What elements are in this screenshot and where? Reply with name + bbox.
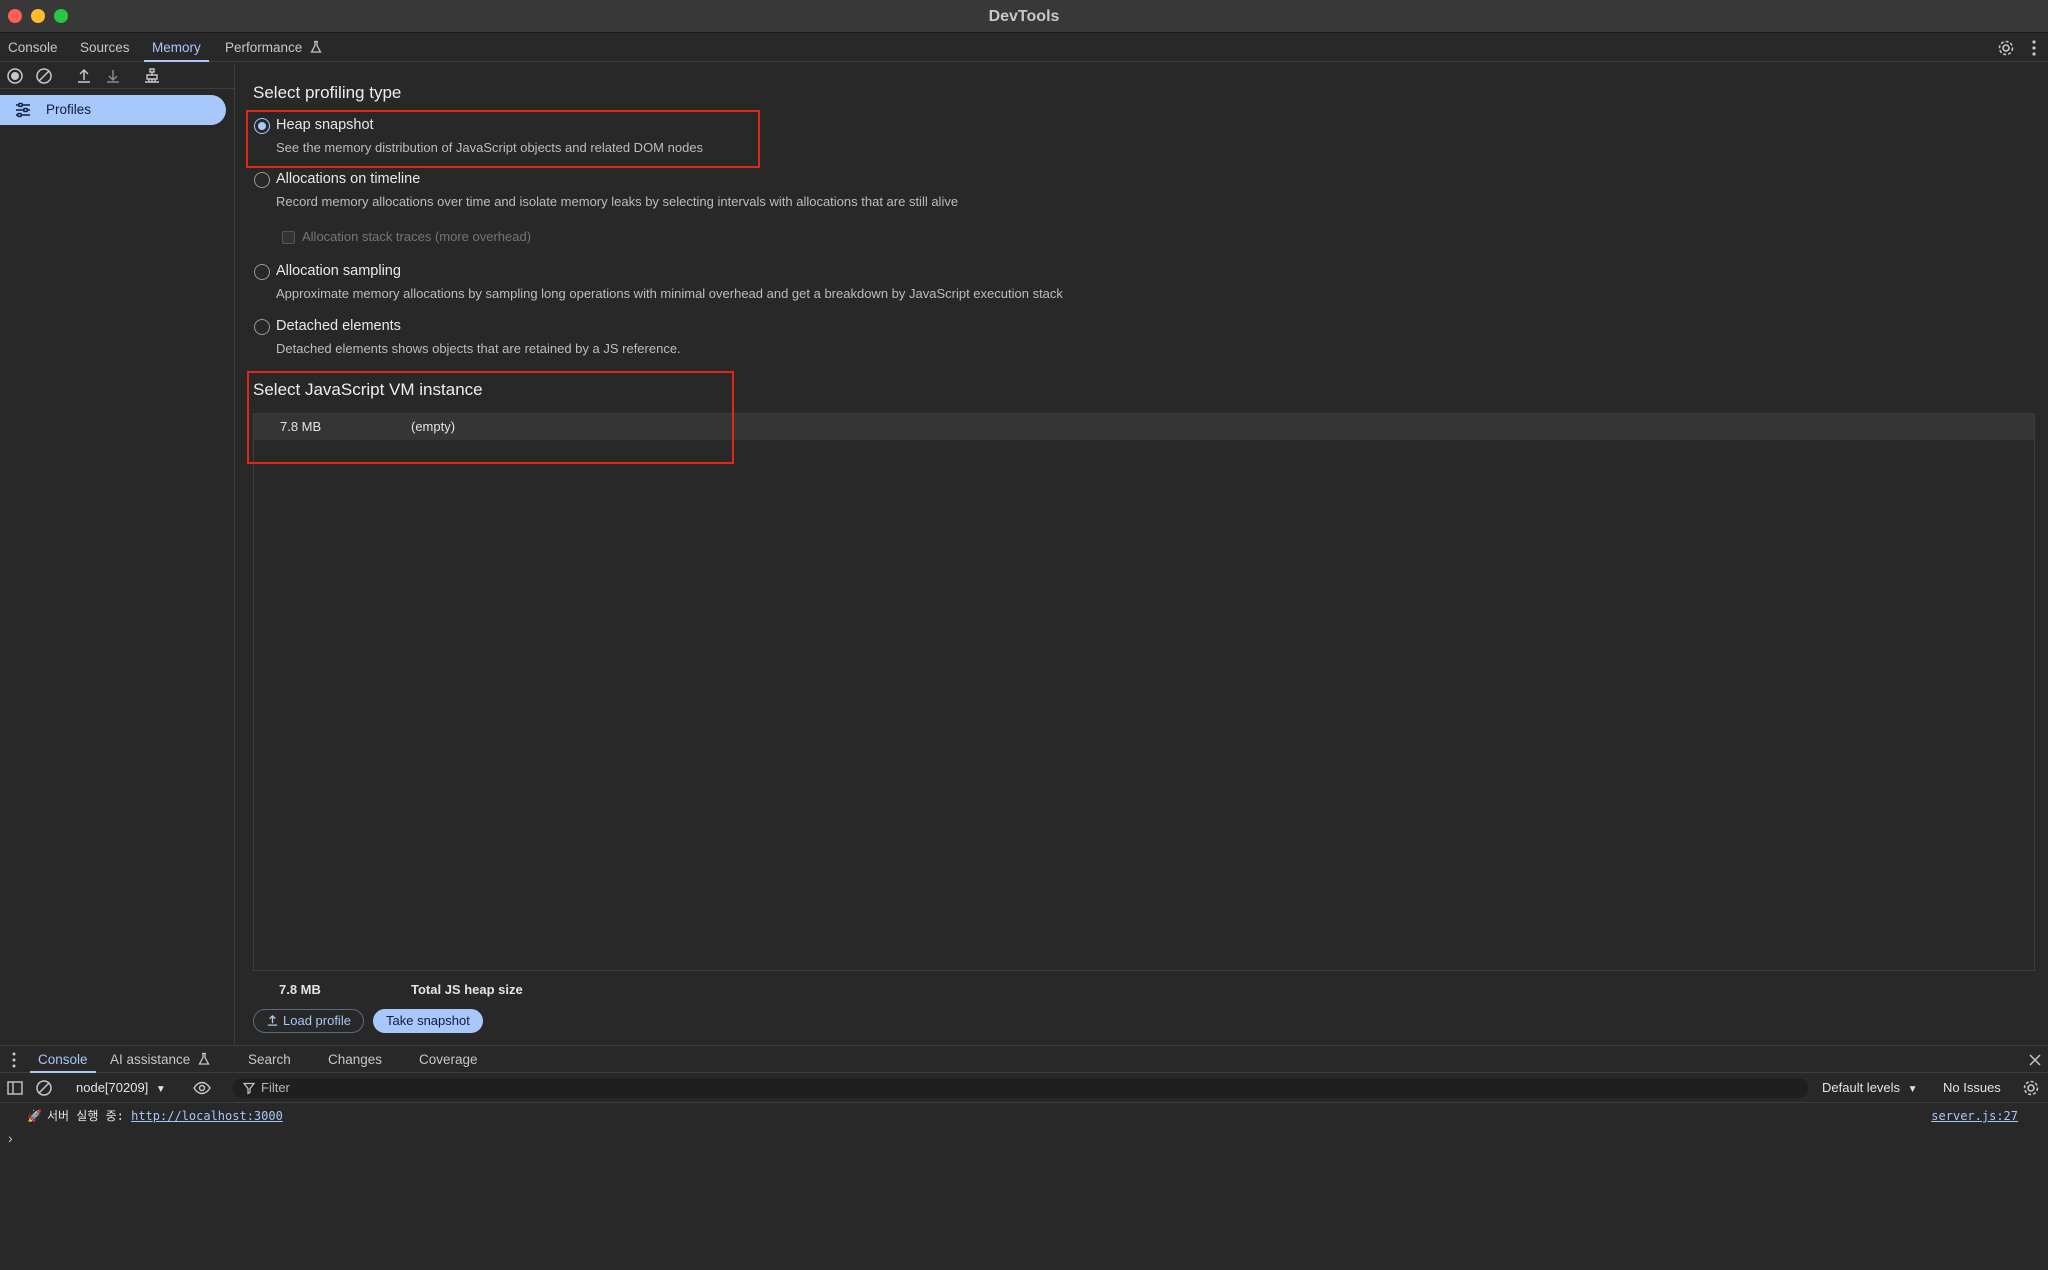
main-tab-bar: Console Sources Memory Performance	[0, 34, 2048, 62]
more-options-icon[interactable]	[2024, 38, 2044, 58]
sliders-icon	[14, 101, 32, 119]
upload-icon	[266, 1012, 279, 1026]
console-message: 🚀 서버 실행 중: http://localhost:3000 server.…	[0, 1104, 2048, 1128]
load-profile-label: Load profile	[283, 1013, 351, 1028]
log-levels-dropdown[interactable]: Default levels ▼	[1822, 1073, 1918, 1105]
allocation-sampling-radio[interactable]	[254, 264, 270, 280]
profiles-sidebar: Profiles	[0, 63, 235, 1045]
profiling-type-title: Select profiling type	[253, 83, 402, 102]
vm-instance-list: 7.8 MB (empty)	[253, 413, 2035, 971]
filter-placeholder: Filter	[261, 1080, 290, 1095]
console-message-text: 🚀 서버 실행 중: http://localhost:3000	[27, 1104, 283, 1128]
issues-counter[interactable]: No Issues	[1943, 1073, 2001, 1103]
clear-icon[interactable]	[34, 66, 54, 86]
console-toolbar: node[70209] ▼ Filter Default levels ▼ No…	[0, 1073, 2048, 1103]
allocations-timeline-label: Allocations on timeline	[276, 171, 421, 187]
highlight-heap-snapshot	[246, 110, 760, 168]
stack-traces-checkbox	[282, 231, 295, 244]
filter-funnel-icon	[242, 1081, 256, 1095]
drawer-tab-search[interactable]: Search	[248, 1046, 291, 1073]
log-levels-value: Default levels	[1822, 1080, 1901, 1095]
experiment-flask-icon	[197, 1048, 211, 1065]
garbage-collect-icon[interactable]	[142, 66, 162, 86]
live-expression-eye-icon[interactable]	[192, 1078, 212, 1098]
drawer-tab-coverage[interactable]: Coverage	[419, 1046, 478, 1073]
load-profile-button[interactable]: Load profile	[253, 1009, 364, 1033]
total-heap-size-label: Total JS heap size	[411, 982, 523, 997]
allocation-sampling-label: Allocation sampling	[276, 263, 401, 279]
memory-panel: Select profiling type Heap snapshot See …	[236, 63, 2048, 1045]
drawer-tab-ai-assistance-label: AI assistance	[110, 1052, 191, 1067]
sidebar-item-profiles[interactable]: Profiles	[0, 95, 226, 125]
record-icon[interactable]	[5, 66, 25, 86]
detached-elements-label: Detached elements	[276, 318, 401, 334]
window-title: DevTools	[988, 8, 1060, 25]
title-bar: DevTools	[0, 0, 2048, 33]
settings-gear-icon[interactable]	[1996, 38, 2016, 58]
take-snapshot-button[interactable]: Take snapshot	[373, 1009, 483, 1033]
console-prompt[interactable]: ›	[8, 1130, 13, 1146]
sidebar-item-profiles-label: Profiles	[46, 102, 92, 117]
tab-performance-label: Performance	[225, 40, 303, 55]
drawer-tab-console[interactable]: Console	[30, 1046, 96, 1073]
detached-elements-desc: Detached elements shows objects that are…	[276, 341, 681, 356]
total-heap-size-value: 7.8 MB	[279, 982, 321, 997]
sidebar-toolbar	[0, 63, 235, 89]
allocations-timeline-radio[interactable]	[254, 172, 270, 188]
drawer-tab-bar: Console AI assistance Search Changes Cov…	[0, 1045, 2048, 1073]
allocation-sampling-desc: Approximate memory allocations by sampli…	[276, 286, 1063, 301]
rocket-emoji: 🚀	[27, 1109, 42, 1123]
drawer-tab-changes[interactable]: Changes	[328, 1046, 382, 1073]
dropdown-triangle-icon: ▼	[1907, 1084, 1918, 1095]
tab-console[interactable]: Console	[8, 34, 58, 62]
localhost-link[interactable]: http://localhost:3000	[131, 1109, 283, 1123]
clear-console-icon[interactable]	[34, 1078, 54, 1098]
console-settings-gear-icon[interactable]	[2021, 1078, 2041, 1098]
show-sidebar-icon[interactable]	[5, 1078, 25, 1098]
download-icon[interactable]	[103, 66, 123, 86]
tab-memory[interactable]: Memory	[144, 34, 209, 62]
highlight-vm-instance	[247, 371, 734, 464]
dropdown-triangle-icon: ▼	[155, 1084, 166, 1095]
stack-traces-label: Allocation stack traces (more overhead)	[302, 229, 532, 244]
drawer-menu-icon[interactable]	[6, 1050, 22, 1070]
source-link[interactable]: server.js:27	[1931, 1104, 2018, 1128]
experiment-flask-icon	[309, 36, 323, 53]
context-selector[interactable]: node[70209] ▼	[76, 1073, 166, 1105]
drawer-tab-ai-assistance[interactable]: AI assistance	[110, 1046, 211, 1073]
context-selector-value: node[70209]	[76, 1080, 149, 1095]
detached-elements-radio[interactable]	[254, 319, 270, 335]
console-filter-input[interactable]: Filter	[233, 1078, 1808, 1098]
allocations-timeline-desc: Record memory allocations over time and …	[276, 194, 959, 209]
console-message-body: 서버 실행 중:	[47, 1109, 132, 1123]
tab-sources[interactable]: Sources	[80, 34, 130, 62]
tab-performance[interactable]: Performance	[225, 34, 323, 62]
close-drawer-icon[interactable]	[2026, 1051, 2044, 1069]
upload-icon[interactable]	[74, 66, 94, 86]
